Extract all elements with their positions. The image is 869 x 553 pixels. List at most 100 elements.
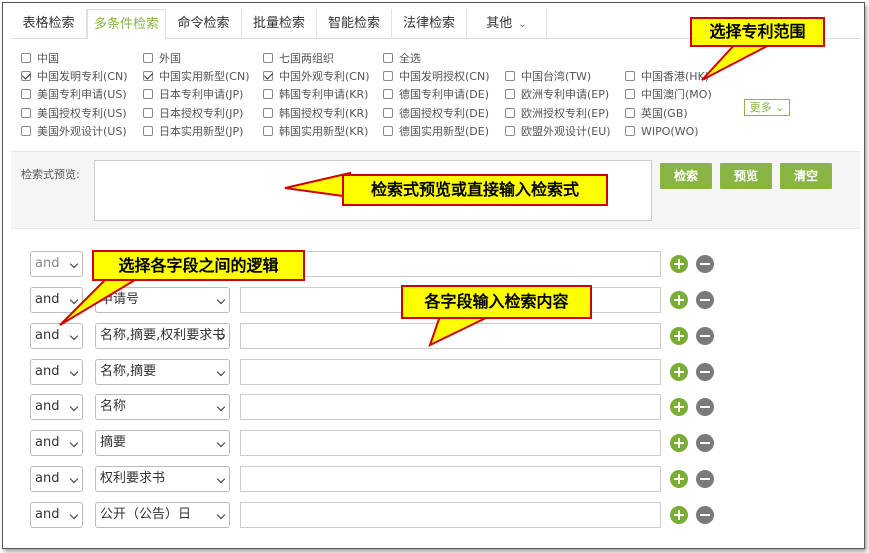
- field-select[interactable]: 名称: [95, 394, 230, 420]
- scope-checkbox[interactable]: 中国实用新型(CN): [143, 69, 250, 85]
- scope-checkbox[interactable]: 德国授权专利(DE): [383, 106, 489, 122]
- checkbox-icon[interactable]: [21, 89, 31, 99]
- remove-row-icon[interactable]: [696, 434, 714, 452]
- scope-checkbox[interactable]: 中国发明授权(CN): [383, 69, 490, 85]
- checkbox-icon[interactable]: [625, 71, 635, 81]
- checkbox-icon[interactable]: [143, 108, 153, 118]
- remove-row-icon[interactable]: [696, 398, 714, 416]
- checkbox-icon[interactable]: [625, 126, 635, 136]
- scope-checkbox[interactable]: 德国实用新型(DE): [383, 124, 489, 140]
- scope-checkbox[interactable]: 中国外观专利(CN): [263, 69, 370, 85]
- checkbox-icon[interactable]: [383, 53, 393, 63]
- scope-checkbox[interactable]: 欧盟外观设计(EU): [505, 124, 611, 140]
- add-row-icon[interactable]: [670, 506, 688, 524]
- checkbox-icon[interactable]: [21, 53, 31, 63]
- checkbox-icon[interactable]: [383, 108, 393, 118]
- scope-checkbox[interactable]: 中国发明专利(CN): [21, 69, 128, 85]
- tab-other[interactable]: 其他 ⌄: [467, 9, 547, 39]
- scope-checkbox[interactable]: WIPO(WO): [625, 124, 699, 140]
- clear-button[interactable]: 清空: [780, 163, 832, 189]
- field-select[interactable]: 名称,摘要,权利要求书: [95, 323, 230, 349]
- tab-smart-search[interactable]: 智能检索: [317, 9, 392, 39]
- field-select[interactable]: 公开（公告）日: [95, 502, 230, 528]
- add-row-icon[interactable]: [670, 470, 688, 488]
- add-row-icon[interactable]: [670, 434, 688, 452]
- scope-checkbox[interactable]: 日本实用新型(JP): [143, 124, 243, 140]
- tab-legal-search[interactable]: 法律检索: [392, 9, 467, 39]
- scope-checkbox[interactable]: 美国专利申请(US): [21, 87, 127, 103]
- checkbox-checked-icon[interactable]: [143, 71, 153, 81]
- checkbox-icon[interactable]: [21, 108, 31, 118]
- checkbox-icon[interactable]: [383, 89, 393, 99]
- field-value-input[interactable]: [240, 323, 661, 349]
- preview-button[interactable]: 预览: [720, 163, 772, 189]
- add-row-icon[interactable]: [670, 291, 688, 309]
- logic-select[interactable]: and: [30, 359, 83, 385]
- add-row-icon[interactable]: [670, 363, 688, 381]
- logic-select[interactable]: and: [30, 430, 83, 456]
- checkbox-icon[interactable]: [505, 71, 515, 81]
- checkbox-checked-icon[interactable]: [21, 71, 31, 81]
- checkbox-icon[interactable]: [383, 71, 393, 81]
- remove-row-icon[interactable]: [696, 363, 714, 381]
- logic-select[interactable]: and: [30, 287, 83, 313]
- add-row-icon[interactable]: [670, 255, 688, 273]
- search-button[interactable]: 检索: [660, 163, 712, 189]
- tab-multi-condition-search[interactable]: 多条件检索: [87, 9, 166, 40]
- scope-checkbox[interactable]: 日本授权专利(JP): [143, 106, 243, 122]
- remove-row-icon[interactable]: [696, 327, 714, 345]
- scope-checkbox[interactable]: 外国: [143, 51, 181, 67]
- checkbox-icon[interactable]: [263, 108, 273, 118]
- tab-command-search[interactable]: 命令检索: [166, 9, 242, 39]
- scope-checkbox[interactable]: 中国台湾(TW): [505, 69, 591, 85]
- field-value-input[interactable]: [240, 466, 661, 492]
- checkbox-checked-icon[interactable]: [263, 71, 273, 81]
- scope-checkbox[interactable]: 欧洲专利申请(EP): [505, 87, 609, 103]
- scope-checkbox[interactable]: 英国(GB): [625, 106, 688, 122]
- scope-checkbox[interactable]: 中国: [21, 51, 59, 67]
- logic-select[interactable]: and: [30, 323, 83, 349]
- scope-checkbox[interactable]: 德国专利申请(DE): [383, 87, 489, 103]
- scope-checkbox[interactable]: 日本专利申请(JP): [143, 87, 243, 103]
- scope-checkbox[interactable]: 全选: [383, 51, 421, 67]
- field-value-input[interactable]: [240, 359, 661, 385]
- checkbox-icon[interactable]: [263, 89, 273, 99]
- scope-checkbox[interactable]: 中国香港(HK): [625, 69, 709, 85]
- tab-batch-search[interactable]: 批量检索: [242, 9, 317, 39]
- scope-checkbox[interactable]: 美国外观设计(US): [21, 124, 127, 140]
- remove-row-icon[interactable]: [696, 255, 714, 273]
- checkbox-icon[interactable]: [505, 126, 515, 136]
- scope-checkbox[interactable]: 七国两组织: [263, 51, 334, 67]
- checkbox-icon[interactable]: [505, 108, 515, 118]
- checkbox-icon[interactable]: [21, 126, 31, 136]
- remove-row-icon[interactable]: [696, 506, 714, 524]
- add-row-icon[interactable]: [670, 398, 688, 416]
- field-value-input[interactable]: [240, 502, 661, 528]
- scope-checkbox[interactable]: 韩国专利申请(KR): [263, 87, 368, 103]
- checkbox-icon[interactable]: [505, 89, 515, 99]
- logic-select[interactable]: and: [30, 502, 83, 528]
- field-select[interactable]: 权利要求书: [95, 466, 230, 492]
- tab-table-search[interactable]: 表格检索: [11, 9, 87, 39]
- checkbox-icon[interactable]: [143, 53, 153, 63]
- logic-select[interactable]: and: [30, 394, 83, 420]
- scope-checkbox[interactable]: 欧洲授权专利(EP): [505, 106, 609, 122]
- logic-select[interactable]: and: [30, 466, 83, 492]
- scope-checkbox[interactable]: 韩国实用新型(KR): [263, 124, 368, 140]
- scope-checkbox[interactable]: 美国授权专利(US): [21, 106, 127, 122]
- field-select[interactable]: 名称,摘要: [95, 359, 230, 385]
- checkbox-icon[interactable]: [143, 126, 153, 136]
- scope-checkbox[interactable]: 韩国授权专利(KR): [263, 106, 368, 122]
- field-value-input[interactable]: [240, 394, 661, 420]
- checkbox-icon[interactable]: [625, 89, 635, 99]
- checkbox-icon[interactable]: [263, 126, 273, 136]
- field-select[interactable]: 申请号: [95, 287, 230, 313]
- checkbox-icon[interactable]: [383, 126, 393, 136]
- field-value-input[interactable]: [240, 430, 661, 456]
- add-row-icon[interactable]: [670, 327, 688, 345]
- remove-row-icon[interactable]: [696, 291, 714, 309]
- more-scope-button[interactable]: 更多 ⌄: [744, 99, 790, 116]
- scope-checkbox[interactable]: 中国澳门(MO): [625, 87, 712, 103]
- checkbox-icon[interactable]: [143, 89, 153, 99]
- checkbox-icon[interactable]: [263, 53, 273, 63]
